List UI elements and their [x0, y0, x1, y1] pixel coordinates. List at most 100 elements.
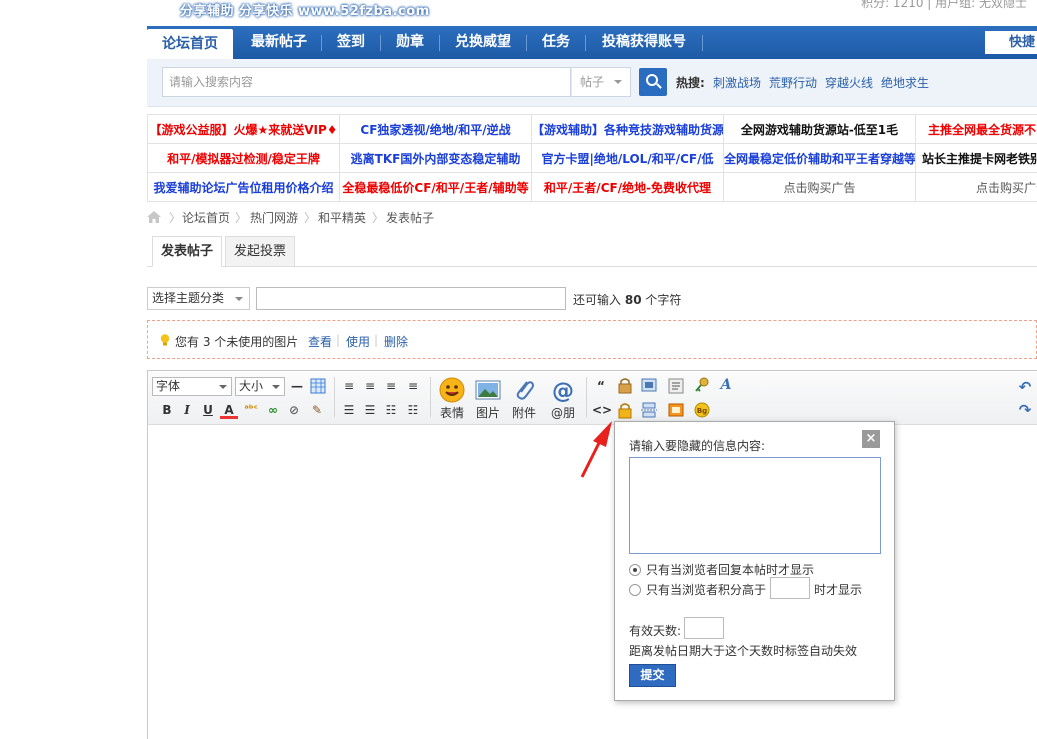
align-center-icon[interactable]: ≡ [361, 377, 379, 395]
emoji-button[interactable]: 表情 [434, 377, 470, 421]
font-select[interactable]: 字体 [152, 377, 232, 396]
bold-icon[interactable]: B [158, 401, 176, 419]
lightbulb-icon [160, 334, 170, 346]
search-type-select[interactable]: 帖子 [571, 67, 631, 97]
align-justify-icon[interactable]: ≡ [404, 377, 422, 395]
submit-button[interactable]: 提交 [629, 664, 676, 687]
link-icon[interactable]: ∞ [264, 401, 282, 419]
valid-days-note: 距离发帖日期大于这个天数时标签自动失效 [629, 644, 858, 658]
ad-cell[interactable]: 和平/模拟器过检测/稳定王牌 [147, 143, 340, 173]
ad-cell[interactable]: 【游戏公益服】火爆★来就送VIP♦ [147, 114, 340, 144]
float-right-icon[interactable]: ☰ [361, 401, 379, 419]
ad-cell[interactable]: 和平/王者/CF/绝地-免费收代理 [531, 172, 724, 202]
size-select[interactable]: 大小 [235, 377, 285, 396]
hidden-content-textarea[interactable] [629, 457, 881, 554]
ad-cell[interactable]: 逃离TKF国外内部变态稳定辅助 [339, 143, 532, 173]
red-arrow-annotation [580, 421, 612, 478]
align-left-icon[interactable]: ≡ [340, 377, 358, 395]
credit-threshold-input[interactable] [770, 577, 810, 599]
spellcheck-icon[interactable]: ᵃᵇᶜ [242, 401, 260, 419]
nav-item-latest[interactable]: 最新帖子 [237, 26, 321, 59]
tab-new-poll[interactable]: 发起投票 [225, 236, 295, 267]
reply-option[interactable]: 只有当浏览者回复本帖时才显示 [629, 561, 814, 578]
undo-icon[interactable]: ↶ [1016, 378, 1034, 396]
align-right-icon[interactable]: ≡ [382, 377, 400, 395]
unlink-icon[interactable]: ⊘ [285, 401, 303, 419]
hide-content-icon[interactable] [616, 401, 634, 419]
ad-cell[interactable]: 【游戏辅助】各种竞技游戏辅助货源 [531, 114, 724, 144]
home-icon[interactable] [147, 211, 161, 223]
ad-cell[interactable]: 官方卡盟|绝地/LOL/和平/CF/低 [531, 143, 724, 173]
background-color-icon[interactable]: Bg [693, 401, 711, 419]
subject-input[interactable] [256, 287, 566, 310]
attachment-label: 附件 [511, 406, 536, 420]
ad-cell[interactable]: 我爱辅助论坛广告位租用价格介绍 [147, 172, 340, 202]
breadcrumb-item[interactable]: 和平精英 [318, 209, 366, 227]
image-button[interactable]: 图片 [470, 377, 506, 421]
ordered-list-icon[interactable]: ☷ [382, 401, 400, 419]
underline-icon[interactable]: U [199, 401, 217, 419]
flash-icon[interactable] [667, 401, 685, 419]
breadcrumb-separator: 〉 [235, 211, 248, 225]
font-color-icon[interactable]: A [220, 401, 238, 419]
nav-item-medal[interactable]: 勋章 [381, 26, 439, 59]
nav-item-submit[interactable]: 投稿获得账号 [586, 26, 702, 59]
hot-link[interactable]: 刺激战场 [713, 74, 761, 91]
table-icon[interactable] [309, 377, 327, 395]
image-icon [475, 380, 501, 400]
valid-days-input[interactable] [684, 617, 724, 639]
category-select[interactable]: 选择主题分类 [147, 287, 250, 310]
hot-link[interactable]: 绝地求生 [881, 74, 929, 91]
quick-menu-button[interactable]: 快捷 [985, 31, 1037, 54]
ad-cell[interactable]: 主推全网最全货源不 [915, 114, 1037, 144]
key-icon[interactable] [693, 376, 711, 394]
attachment-button[interactable]: 附件 [506, 377, 542, 421]
search-input[interactable]: 请输入搜索内容 [162, 67, 571, 97]
close-icon[interactable]: × [862, 430, 880, 448]
horizontal-rule-icon[interactable]: — [288, 377, 306, 395]
hint-count: 80 [624, 293, 642, 307]
ad-cell[interactable]: 点击购买广告 [915, 172, 1037, 202]
nav-item-checkin[interactable]: 签到 [322, 26, 380, 59]
hot-search-label: 热搜: [676, 76, 705, 90]
radio-selected-icon[interactable] [629, 564, 641, 576]
toolbar-divider [334, 377, 335, 417]
user-info: 积分: 1210 | 用户组: 无双隐士 [861, 0, 1027, 10]
hot-link[interactable]: 荒野行动 [769, 74, 817, 91]
hot-link[interactable]: 穿越火线 [825, 74, 873, 91]
page-break-icon[interactable] [640, 401, 658, 419]
search-button[interactable] [639, 68, 667, 96]
free-text-icon[interactable] [667, 377, 685, 395]
search-bar: 请输入搜索内容 帖子 热搜: 刺激战场 荒野行动 穿越火线 绝地求生 [147, 59, 1037, 107]
ad-cell[interactable]: 站长主推提卡网老铁别 [915, 143, 1037, 173]
nav-item-home[interactable]: 论坛首页 [147, 29, 233, 59]
use-images-link[interactable]: 使用 [346, 333, 370, 350]
site-logo[interactable]: 分享辅助 分享快乐 www.52fzba.com [180, 0, 430, 19]
credit-option[interactable]: 只有当浏览者积分高于 [629, 581, 766, 598]
radio-icon[interactable] [629, 584, 641, 596]
delete-images-link[interactable]: 删除 [384, 333, 408, 350]
redo-icon[interactable]: ↷ [1016, 401, 1034, 419]
quote-icon[interactable]: “ [592, 377, 610, 395]
ad-cell[interactable]: 全网游戏辅助货源站-低至1毛 [723, 114, 916, 144]
font-style-icon[interactable]: A [717, 376, 735, 394]
ad-cell[interactable]: CF独家透视/绝地/和平/逆战 [339, 114, 532, 144]
unordered-list-icon[interactable]: ☷ [404, 401, 422, 419]
image-label: 图片 [475, 406, 500, 420]
tab-new-post[interactable]: 发表帖子 [152, 236, 222, 267]
view-images-link[interactable]: 查看 [308, 333, 332, 350]
password-icon[interactable] [616, 376, 634, 394]
italic-icon[interactable]: I [178, 401, 196, 419]
media-icon[interactable] [640, 377, 658, 395]
nav-item-exchange[interactable]: 兑换威望 [440, 26, 526, 59]
mention-button[interactable]: @ @朋 [545, 377, 581, 421]
clear-format-icon[interactable]: ✎ [308, 401, 326, 419]
ad-cell[interactable]: 点击购买广告 [723, 172, 916, 202]
ad-cell[interactable]: 全网最稳定低价辅助和平王者穿越等 [723, 143, 916, 173]
ad-cell[interactable]: 全稳最稳低价CF/和平/王者/辅助等 [339, 172, 532, 202]
at-sign-icon: @ [552, 379, 574, 403]
nav-item-task[interactable]: 任务 [527, 26, 585, 59]
float-left-icon[interactable]: ☰ [340, 401, 358, 419]
breadcrumb-item[interactable]: 论坛首页 [182, 209, 230, 227]
breadcrumb-item[interactable]: 热门网游 [250, 209, 298, 227]
